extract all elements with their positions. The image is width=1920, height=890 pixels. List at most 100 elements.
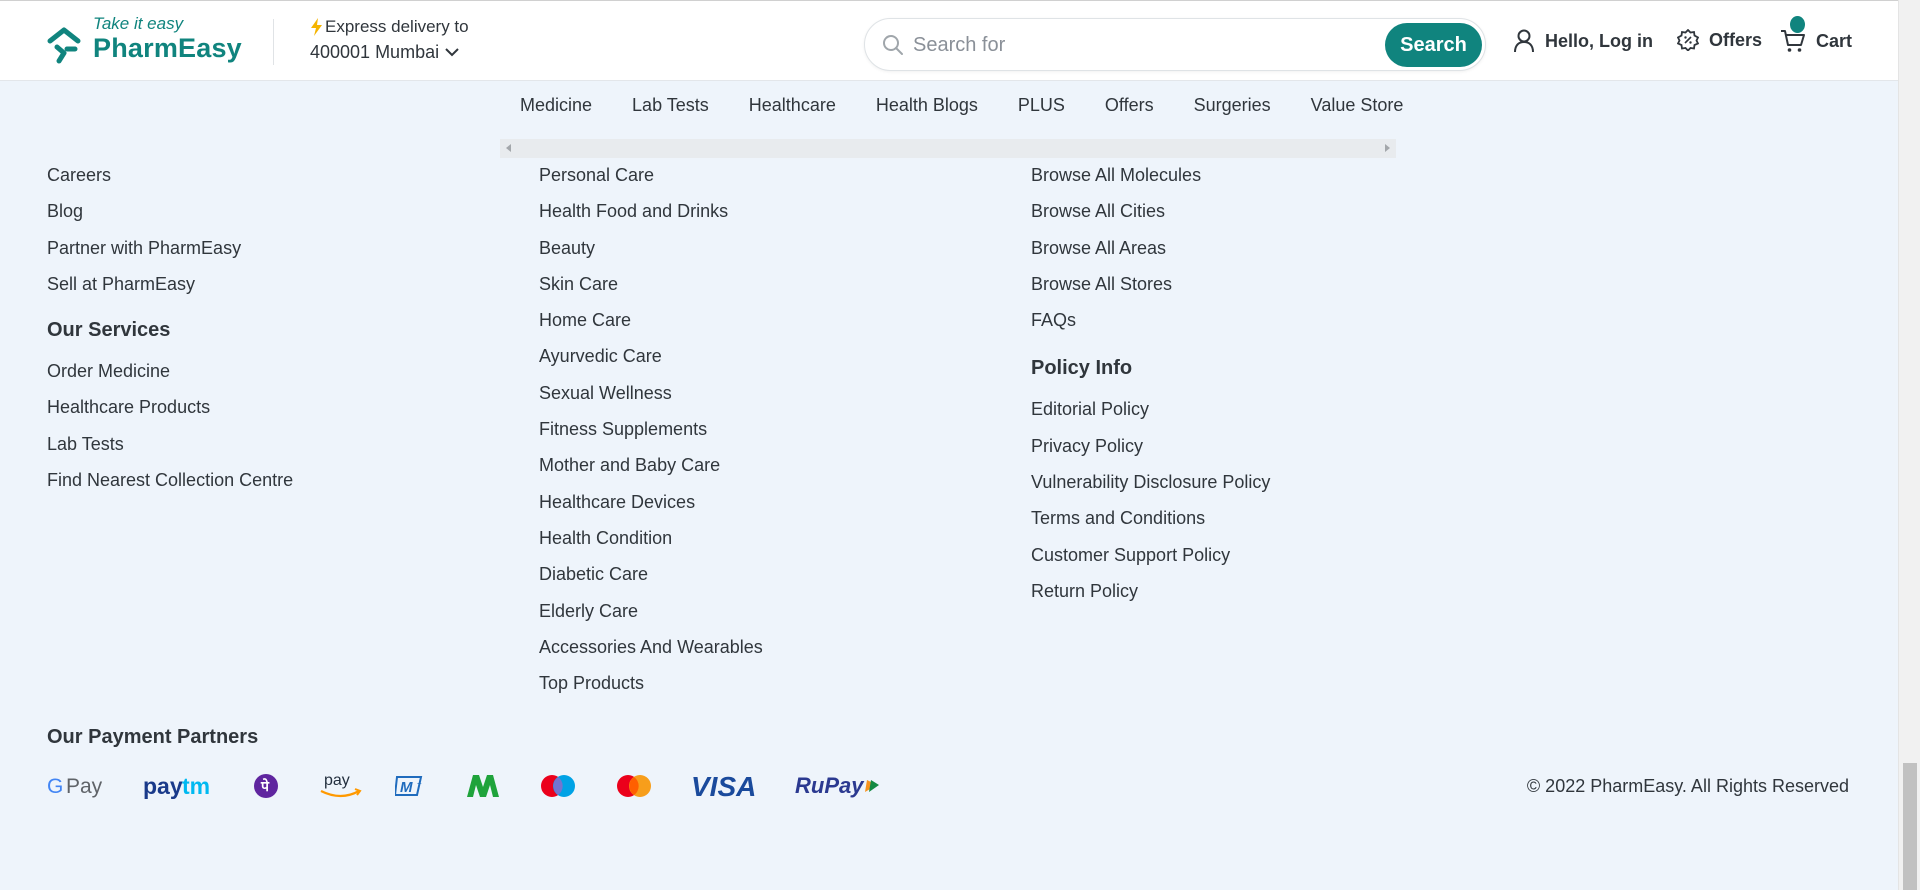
logo-name: PharmEasy xyxy=(93,33,242,63)
footer-link-editorial-policy[interactable]: Editorial Policy xyxy=(1031,398,1270,434)
nav-item-surgeries[interactable]: Surgeries xyxy=(1174,95,1291,116)
gpay-logo: G Pay xyxy=(47,770,105,802)
svg-text:M: M xyxy=(400,779,413,796)
footer-column-categories: Personal Care Health Food and Drinks Bea… xyxy=(539,164,763,708)
nav-item-offers[interactable]: Offers xyxy=(1085,95,1174,116)
nav-item-healthcare[interactable]: Healthcare xyxy=(729,95,856,116)
footer-link-terms[interactable]: Terms and Conditions xyxy=(1031,507,1270,543)
search-icon xyxy=(883,35,903,55)
rupay-logo: RuPay xyxy=(795,770,881,802)
footer-link-sell[interactable]: Sell at PharmEasy xyxy=(47,273,293,309)
our-services-heading: Our Services xyxy=(47,319,171,342)
footer-link-vulnerability-policy[interactable]: Vulnerability Disclosure Policy xyxy=(1031,471,1270,507)
maestro-logo xyxy=(539,770,577,802)
delivery-location: 400001 Mumbai xyxy=(310,42,440,62)
offers-icon xyxy=(1677,29,1699,51)
footer-link-lab-tests[interactable]: Lab Tests xyxy=(47,433,293,469)
paytm-logo: pay tm xyxy=(143,770,215,802)
svg-text:pay: pay xyxy=(143,773,183,799)
visa-logo: VISA xyxy=(691,770,757,802)
footer-link-faqs[interactable]: FAQs xyxy=(1031,309,1270,345)
login-label: Hello, Log in xyxy=(1545,30,1653,51)
scroll-right-icon[interactable] xyxy=(1385,144,1390,152)
footer-link-order-medicine[interactable]: Order Medicine xyxy=(47,360,293,396)
user-icon xyxy=(1514,29,1534,53)
delivery-location-selector[interactable]: Express delivery to 400001 Mumbai xyxy=(310,17,469,63)
pharmeasy-logo-icon xyxy=(47,27,81,64)
chevron-down-icon xyxy=(445,48,459,57)
cart-icon xyxy=(1781,30,1805,52)
phonepe-logo: पे xyxy=(253,770,279,802)
scrollbar-thumb[interactable] xyxy=(1903,763,1917,890)
svg-text:पे: पे xyxy=(260,778,270,794)
footer-link-category[interactable]: Beauty xyxy=(539,237,763,273)
footer-link-browse-molecules[interactable]: Browse All Molecules xyxy=(1031,164,1270,200)
svg-text:pay: pay xyxy=(324,772,350,789)
login-link[interactable]: Hello, Log in xyxy=(1513,29,1653,53)
page-scrollbar[interactable] xyxy=(1898,0,1920,890)
footer-link-healthcare-products[interactable]: Healthcare Products xyxy=(47,396,293,432)
pharmeasy-logo[interactable]: Take it easy PharmEasy xyxy=(47,13,247,71)
payment-partners-heading: Our Payment Partners xyxy=(47,726,259,748)
footer-link-collection-centre[interactable]: Find Nearest Collection Centre xyxy=(47,469,293,505)
cart-label: Cart xyxy=(1816,30,1853,51)
footer-link-browse-areas[interactable]: Browse All Areas xyxy=(1031,237,1270,273)
footer-link-category[interactable]: Sexual Wellness xyxy=(539,382,763,418)
footer-link-category[interactable]: Personal Care xyxy=(539,164,763,200)
mastercard-logo xyxy=(615,770,653,802)
footer-link-blog[interactable]: Blog xyxy=(47,200,293,236)
footer-link-browse-cities[interactable]: Browse All Cities xyxy=(1031,200,1270,236)
footer-link-category[interactable]: Ayurvedic Care xyxy=(539,345,763,381)
footer-link-category[interactable]: Elderly Care xyxy=(539,600,763,636)
footer-link-category[interactable]: Home Care xyxy=(539,309,763,345)
footer-link-category[interactable]: Accessories And Wearables xyxy=(539,636,763,672)
policy-info-heading: Policy Info xyxy=(1031,357,1133,380)
header-divider xyxy=(273,19,274,65)
nav-item-health-blogs[interactable]: Health Blogs xyxy=(856,95,998,116)
payment-partners-row: G Pay pay tm पे pay M + VISA RuPay xyxy=(47,770,881,802)
nav-item-medicine[interactable]: Medicine xyxy=(500,95,612,116)
footer-link-privacy-policy[interactable]: Privacy Policy xyxy=(1031,435,1270,471)
search-input[interactable] xyxy=(913,29,1333,61)
footer-link-category[interactable]: Top Products xyxy=(539,672,763,708)
amazon-pay-logo: pay xyxy=(319,770,363,802)
header: Take it easy PharmEasy Express delivery … xyxy=(0,0,1898,81)
cart-link[interactable]: Cart xyxy=(1780,29,1852,53)
svg-text:Pay: Pay xyxy=(66,775,103,798)
footer-link-category[interactable]: Diabetic Care xyxy=(539,563,763,599)
footer-link-careers[interactable]: Careers xyxy=(47,164,293,200)
copyright-text: © 2022 PharmEasy. All Rights Reserved xyxy=(1526,776,1849,796)
cart-badge xyxy=(1790,16,1805,33)
footer-link-category[interactable]: Health Condition xyxy=(539,527,763,563)
footer-link-category[interactable]: Fitness Supplements xyxy=(539,418,763,454)
mobikwik-m-logo xyxy=(465,770,501,802)
footer-link-partner[interactable]: Partner with PharmEasy xyxy=(47,237,293,273)
svg-text:tm: tm xyxy=(182,773,210,799)
footer-link-category[interactable]: Mother and Baby Care xyxy=(539,454,763,490)
nav-item-value-store[interactable]: Value Store xyxy=(1291,95,1424,116)
footer-link-category[interactable]: Skin Care xyxy=(539,273,763,309)
footer-link-category[interactable]: Health Food and Drinks xyxy=(539,200,763,236)
category-nav: Medicine Lab Tests Healthcare Health Blo… xyxy=(500,95,1423,116)
search-bar: Search xyxy=(864,18,1486,71)
svg-text:RuPay: RuPay xyxy=(795,773,865,798)
nav-item-plus[interactable]: PLUS xyxy=(998,95,1085,116)
offers-label: Offers xyxy=(1709,29,1763,50)
logo-tagline: Take it easy xyxy=(93,14,184,33)
mobikwik-logo: M + xyxy=(395,770,427,802)
delivery-label: Express delivery to xyxy=(325,17,469,36)
footer-column-company: Careers Blog Partner with PharmEasy Sell… xyxy=(47,164,293,505)
footer-link-return-policy[interactable]: Return Policy xyxy=(1031,580,1270,616)
scroll-left-icon[interactable] xyxy=(506,144,511,152)
svg-text:+: + xyxy=(417,779,422,788)
footer-column-browse: Browse All Molecules Browse All Cities B… xyxy=(1031,164,1270,616)
nav-scrollbar[interactable] xyxy=(500,139,1396,158)
nav-item-lab-tests[interactable]: Lab Tests xyxy=(612,95,729,116)
offers-link[interactable]: Offers xyxy=(1677,29,1762,51)
footer-link-category[interactable]: Healthcare Devices xyxy=(539,491,763,527)
svg-text:G: G xyxy=(47,775,63,798)
search-button[interactable]: Search xyxy=(1385,23,1482,67)
footer-link-support-policy[interactable]: Customer Support Policy xyxy=(1031,544,1270,580)
footer-link-browse-stores[interactable]: Browse All Stores xyxy=(1031,273,1270,309)
lightning-bolt-icon xyxy=(311,18,322,36)
